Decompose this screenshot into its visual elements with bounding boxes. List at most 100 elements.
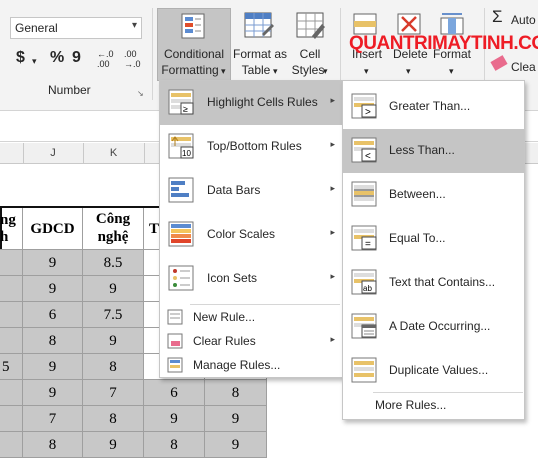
cf-menu-item-icon-sets[interactable]: Icon Sets ▸ [160,257,343,301]
cf-menu-item-manage-rules-[interactable]: Manage Rules... [160,353,343,377]
dialog-launcher-icon[interactable]: ↘ [137,86,144,101]
new-rule-icon [167,309,183,328]
format-as-table-label[interactable]: Format as [232,47,288,62]
format-as-table-icon[interactable] [244,12,274,42]
chevron-down-icon: ▾ [449,66,454,76]
table-cell[interactable]: 6 [144,380,205,406]
cf-menu-item-clear-rules[interactable]: Clear Rules ▸ [160,329,343,353]
table-cell[interactable]: 9 [23,354,83,380]
accounting-dropdown-icon[interactable]: ▾ [32,54,37,69]
accounting-format-button[interactable]: $ [16,50,25,66]
hcr-menu-item-duplicate-values-[interactable]: Duplicate Values... [343,349,524,393]
number-format-value: General [15,21,58,35]
table-cell[interactable] [0,328,23,354]
menu-item-label: Duplicate Values... [389,363,489,377]
table-cell[interactable]: 6 [23,302,83,328]
hcr-menu-item-text-that-contains-[interactable]: ab Text that Contains... [343,261,524,305]
cf-menu-item-data-bars[interactable]: Data Bars ▸ [160,169,343,213]
number-group-label: Number [48,83,91,97]
column-header-j[interactable]: J [23,143,84,163]
table-cell[interactable]: 8 [23,328,83,354]
chevron-down-icon: ▾ [406,66,411,76]
table-cell[interactable]: 8 [83,406,144,432]
table-cell[interactable] [0,276,23,302]
submenu-arrow-icon: ▸ [330,183,335,193]
header-cell[interactable]: Công nghệ [83,208,144,250]
format-as-table-label2[interactable]: Table [236,63,276,78]
table-cell[interactable] [0,406,23,432]
table-cell[interactable]: 8 [23,432,83,458]
menu-item-label: Between... [389,187,446,201]
cell-styles-icon[interactable] [296,12,326,42]
table-cell[interactable]: 7.5 [83,302,144,328]
eraser-icon[interactable] [490,55,508,71]
table-cell[interactable]: 9 [83,432,144,458]
menu-item-label: Equal To... [389,231,446,245]
decrease-decimal-button[interactable]: .00 →.0 [124,49,141,69]
cf-menu-item-new-rule-[interactable]: New Rule... [160,305,343,329]
data-bars-icon [168,176,196,204]
clear-rules-icon [167,333,183,352]
table-cell[interactable] [0,250,23,276]
table-cell[interactable] [0,380,23,406]
submenu-arrow-icon: ▸ [330,139,335,149]
table-cell[interactable]: 8 [83,354,144,380]
table-cell[interactable]: 7 [23,406,83,432]
table-cell[interactable]: 7 [83,380,144,406]
table-cell[interactable]: 9 [23,380,83,406]
cell-styles-label2[interactable]: Styles [288,63,328,78]
highlight-cells-rules-submenu: > Greater Than... < Less Than... Between... =… [342,80,525,420]
chevron-down-icon: ▾ [323,66,328,76]
menu-item-label: Icon Sets [207,271,258,285]
clear-label[interactable]: Clea [511,60,536,75]
table-cell[interactable]: 9 [83,276,144,302]
table-cell[interactable]: 8 [205,380,267,406]
number-format-dropdown[interactable]: General ▾ [10,17,142,39]
svg-text:10: 10 [182,149,191,158]
percent-style-button[interactable]: % [50,50,64,66]
autosum-label[interactable]: Auto [511,13,536,28]
cell-styles-label[interactable]: Cell [292,47,328,62]
table-cell[interactable]: 9 [205,406,267,432]
hcr-menu-item-between-[interactable]: Between... [343,173,524,217]
table-cell[interactable]: 9 [144,406,205,432]
header-cell[interactable]: GDCD [23,208,83,250]
cf-menu-item-color-scales[interactable]: Color Scales ▸ [160,213,343,257]
hcr-menu-item-greater-than-[interactable]: > Greater Than... [343,85,524,129]
hcr-menu-item-a-date-occurring-[interactable]: A Date Occurring... [343,305,524,349]
hcr-menu-item-equal-to-[interactable]: = Equal To... [343,217,524,261]
table-cell[interactable] [0,432,23,458]
submenu-arrow-icon: ▸ [330,227,335,237]
table-cell[interactable]: 8 [144,432,205,458]
equal-to-icon: = [351,224,379,252]
cf-menu-item-highlight-cells-rules[interactable]: ≥ Highlight Cells Rules ▸ [160,81,343,125]
table-cell[interactable]: 8.5 [83,250,144,276]
chevron-down-icon: ▾ [131,20,137,31]
increase-decimal-button[interactable]: ←.0 .00 [97,49,114,69]
table-cell[interactable] [0,302,23,328]
table-cell[interactable]: 9 [23,250,83,276]
text-contains-icon: ab [351,268,379,296]
column-header-k[interactable]: K [83,143,145,163]
menu-item-label: A Date Occurring... [389,319,491,333]
header-cell[interactable]: ng h [0,208,23,250]
autosum-icon[interactable]: Σ [492,8,503,25]
table-cell[interactable]: 9 [83,328,144,354]
submenu-arrow-icon: ▸ [330,334,335,344]
conditional-formatting-label: Conditional [163,47,225,61]
comma-style-button[interactable]: 9 [72,50,81,66]
more-rules-item[interactable]: More Rules... [343,393,524,417]
cf-menu-item-top-bottom-rules[interactable]: 10 Top/Bottom Rules ▸ [160,125,343,169]
hcr-menu-item-less-than-[interactable]: < Less Than... [343,129,524,173]
menu-item-label: Highlight Cells Rules [207,95,318,109]
submenu-arrow-icon: ▸ [330,271,335,281]
table-cell[interactable]: 9 [205,432,267,458]
watermark-text: QUANTRIMAYTINH.COM [349,33,538,54]
column-header-i[interactable] [0,143,24,163]
conditional-formatting-icon [181,13,205,39]
menu-item-label: Less Than... [389,143,455,157]
menu-item-label: Top/Bottom Rules [207,139,302,153]
table-cell[interactable]: 9 [23,276,83,302]
table-cell[interactable]: 5 [0,354,23,380]
submenu-arrow-icon: ▸ [330,95,335,105]
